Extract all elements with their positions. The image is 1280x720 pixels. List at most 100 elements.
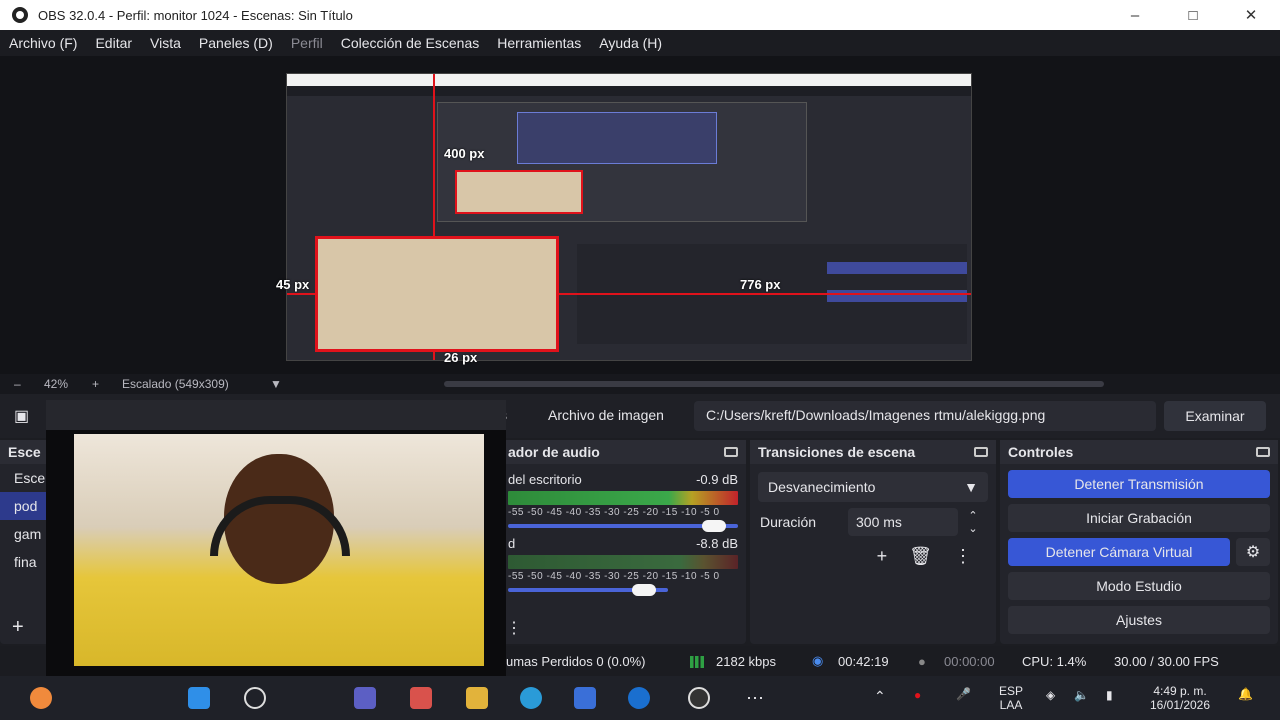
volume-icon[interactable]: 🔈 — [1074, 688, 1089, 702]
menu-coleccion[interactable]: Colección de Escenas — [332, 35, 489, 51]
app-icon[interactable] — [410, 687, 432, 709]
start-icon[interactable] — [188, 687, 210, 709]
record-icon: ● — [918, 653, 926, 669]
add-transition-button[interactable]: + — [877, 546, 888, 567]
add-scene-button[interactable]: + — [12, 616, 24, 639]
controls-title: Controles — [1008, 444, 1074, 460]
scenes-title: Esce — [8, 444, 41, 460]
menu-herramientas[interactable]: Herramientas — [488, 35, 590, 51]
stream-time: 00:42:19 — [838, 653, 889, 669]
preview-canvas[interactable] — [286, 73, 972, 361]
volume-meter — [508, 491, 738, 505]
meter-scale: -55 -50 -45 -40 -35 -30 -25 -20 -15 -10 … — [508, 571, 720, 582]
scene-transitions-dock: Transiciones de escena Desvanecimiento ▼… — [750, 440, 996, 644]
search-icon[interactable] — [244, 687, 266, 709]
menu-paneles[interactable]: Paneles (D) — [190, 35, 282, 51]
undock-icon[interactable] — [974, 447, 988, 457]
scaling-dropdown-icon[interactable]: ▼ — [270, 377, 282, 391]
gear-icon[interactable]: ⚙ — [1236, 538, 1270, 566]
menu-archivo[interactable]: Archivo (F) — [0, 35, 86, 51]
volume-knob[interactable] — [702, 520, 726, 532]
record-time: 00:00:00 — [944, 653, 995, 669]
title-bar: OBS 32.0.4 - Perfil: monitor 1024 - Esce… — [0, 0, 1280, 30]
zoom-level: 42% — [44, 377, 69, 391]
stop-virtual-camera-button[interactable]: Detener Cámara Virtual — [1008, 538, 1230, 566]
weather-icon[interactable] — [30, 687, 52, 709]
lang-line1: ESP — [998, 684, 1023, 698]
undock-icon[interactable] — [1256, 447, 1270, 457]
nested-stop-stream — [827, 262, 967, 274]
channel-name: d — [508, 536, 516, 551]
audio-mixer-dock: ador de audio del escritorio -0.9 dB -55… — [500, 440, 746, 644]
zoom-out-button[interactable]: – — [14, 377, 21, 391]
teams-icon[interactable] — [354, 687, 376, 709]
close-button[interactable]: ✕ — [1222, 0, 1280, 30]
minimize-button[interactable]: – — [1106, 0, 1164, 30]
obs-taskbar-icon[interactable] — [688, 687, 710, 709]
channel-db: -8.8 dB — [696, 536, 738, 551]
remove-transition-button[interactable]: 🗑 — [909, 546, 932, 567]
battery-icon[interactable]: ▮ — [1106, 688, 1113, 702]
measure-bottom: 26 px — [444, 350, 478, 365]
volume-meter — [508, 555, 738, 569]
duration-field[interactable]: 300 ms — [848, 508, 958, 536]
undock-icon[interactable] — [724, 447, 738, 457]
transition-menu-icon[interactable]: ⋮ — [954, 546, 972, 567]
volume-slider[interactable] — [508, 584, 668, 596]
transitions-header: Transiciones de escena — [750, 440, 996, 464]
clock[interactable]: 4:49 p. m. 16/01/2026 — [1140, 684, 1220, 712]
stop-stream-button[interactable]: Detener Transmisión — [1008, 470, 1270, 498]
signal-bars-icon — [690, 654, 704, 669]
controls-dock: Controles Detener Transmisión Iniciar Gr… — [1000, 440, 1278, 644]
obs-tray-icon[interactable]: ● — [914, 688, 921, 702]
webcam-overlay-window — [46, 400, 506, 694]
keyboard-language[interactable]: ESP LAA — [996, 684, 1026, 712]
edge-icon[interactable] — [520, 687, 542, 709]
duration-label: Duración — [760, 514, 817, 530]
settings-button[interactable]: Ajustes — [1008, 606, 1270, 634]
nested-titlebar — [287, 74, 971, 86]
measure-left: 45 px — [276, 277, 310, 292]
store-icon[interactable] — [574, 687, 596, 709]
transitions-title: Transiciones de escena — [758, 444, 916, 460]
transition-select[interactable]: Desvanecimiento ▼ — [758, 472, 988, 502]
selected-source-bounds[interactable] — [315, 236, 559, 352]
preview-scrollbar[interactable] — [444, 381, 1104, 387]
mixer-channel-mic: d -8.8 dB -55 -50 -45 -40 -35 -30 -25 -2… — [500, 528, 746, 596]
notification-icon[interactable]: 🔔 — [1238, 687, 1253, 701]
start-recording-button[interactable]: Iniciar Grabación — [1008, 504, 1270, 532]
menu-vista[interactable]: Vista — [141, 35, 190, 51]
mixer-title: ador de audio — [508, 444, 600, 460]
menu-editar[interactable]: Editar — [86, 35, 141, 51]
mic-icon[interactable]: 🎤 — [956, 687, 971, 701]
browse-button[interactable]: Examinar — [1164, 401, 1266, 431]
dropped-frames: umas Perdidos 0 (0.0%) — [506, 653, 646, 669]
file-path-field[interactable]: C:/Users/kreft/Downloads/Imagenes rtmu/a… — [694, 401, 1156, 431]
studio-mode-button[interactable]: Modo Estudio — [1008, 572, 1270, 600]
measure-right: 776 px — [740, 277, 781, 292]
nested-webcam-source — [455, 170, 583, 214]
chevron-up-icon[interactable]: ⌃ — [874, 688, 886, 705]
zoom-bar: – 42% + Escalado (549x309) ▼ — [0, 374, 1280, 394]
menu-perfil[interactable]: Perfil — [282, 35, 332, 51]
meter-scale: -55 -50 -45 -40 -35 -30 -25 -20 -15 -10 … — [508, 507, 720, 518]
mixer-header: ador de audio — [500, 440, 746, 464]
duration-stepper[interactable]: ⌃ ⌄ — [958, 509, 988, 535]
hp-icon[interactable] — [628, 687, 650, 709]
more-icon[interactable]: ⋯ — [746, 688, 764, 709]
maximize-button[interactable]: □ — [1164, 0, 1222, 30]
zoom-in-button[interactable]: + — [92, 377, 99, 391]
webcam-image — [74, 434, 484, 666]
volume-knob[interactable] — [632, 584, 656, 596]
volume-slider[interactable] — [508, 520, 738, 532]
window-title: OBS 32.0.4 - Perfil: monitor 1024 - Esce… — [38, 7, 353, 23]
clock-time: 4:49 p. m. — [1153, 684, 1207, 698]
nested-menubar — [287, 86, 971, 96]
menu-ayuda[interactable]: Ayuda (H) — [590, 35, 671, 51]
nested-preview-inner — [517, 112, 717, 164]
wifi-icon[interactable]: ◈ — [1046, 688, 1055, 702]
taskbar: ⋯ ⌃ ● 🎤 ESP LAA ◈ 🔈 ▮ 4:49 p. m. 16/01/2… — [0, 676, 1280, 720]
bitrate: 2182 kbps — [716, 653, 776, 669]
mixer-menu-icon[interactable]: ⋮ — [506, 618, 522, 638]
file-explorer-icon[interactable] — [466, 687, 488, 709]
